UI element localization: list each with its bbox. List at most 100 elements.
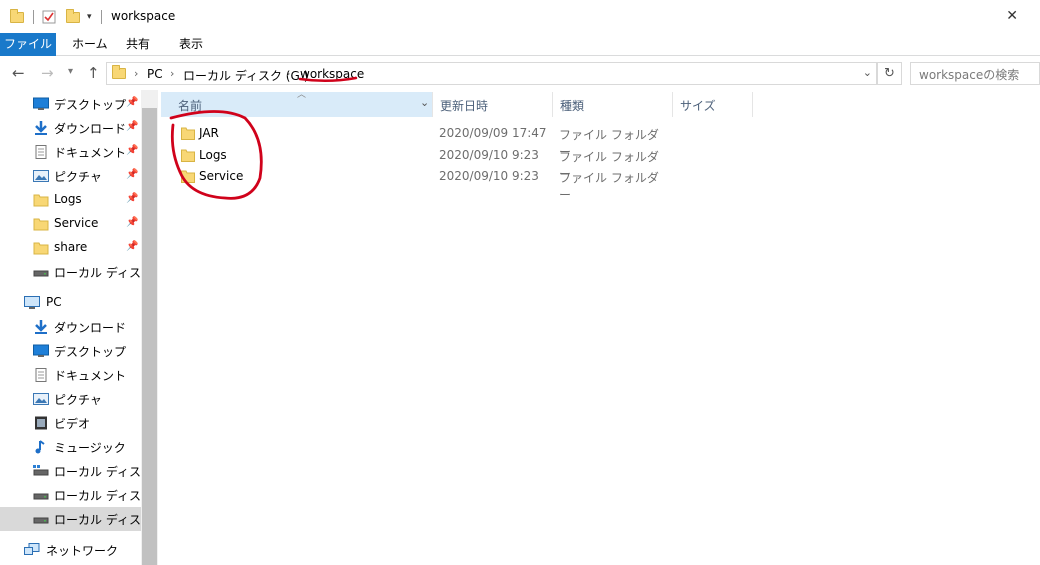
desktop-icon xyxy=(33,344,49,357)
nav-item-pc-drive-f[interactable]: ローカル ディスク (F:) xyxy=(0,483,141,507)
nav-item-pc-videos[interactable]: ビデオ xyxy=(0,411,141,435)
tab-home[interactable]: ホーム xyxy=(62,33,118,56)
folder-icon xyxy=(181,127,195,140)
folder-icon xyxy=(181,170,195,183)
column-header-name-label: 名前 xyxy=(178,99,203,113)
download-icon xyxy=(35,121,47,135)
nav-item-label: ミュージック xyxy=(54,441,126,455)
nav-item-documents[interactable]: ドキュメント 📌 xyxy=(0,140,141,164)
crumb-chevron-icon[interactable]: › xyxy=(170,67,174,80)
file-row[interactable]: Service 2020/09/10 9:23 ファイル フォルダー xyxy=(161,165,661,202)
nav-item-label: ダウンロード xyxy=(54,321,127,335)
customize-qa-chevron-icon[interactable]: ▾ xyxy=(87,7,92,27)
folder-icon xyxy=(181,149,195,162)
music-icon xyxy=(35,440,45,454)
folder-icon xyxy=(112,65,126,79)
tab-share[interactable]: 共有 xyxy=(116,33,160,56)
column-divider[interactable] xyxy=(552,92,553,117)
nav-item-label: ローカル ディスク (C:) xyxy=(54,465,141,479)
crumb-pc[interactable]: PC xyxy=(147,67,163,81)
properties-icon[interactable] xyxy=(42,7,56,27)
nav-item-drive-f[interactable]: ローカル ディスク (F:) xyxy=(0,260,141,284)
pin-icon[interactable]: 📌 xyxy=(126,169,138,180)
file-name: Logs xyxy=(199,148,227,162)
nav-item-service[interactable]: Service 📌 xyxy=(0,212,141,236)
pin-icon[interactable]: 📌 xyxy=(126,97,138,108)
nav-item-label: デスクトップ xyxy=(54,345,127,359)
document-icon xyxy=(35,368,47,382)
nav-item-label: ネットワーク xyxy=(46,544,119,558)
nav-item-label: ローカル ディスク (G:) xyxy=(54,513,141,527)
column-dropdown-chevron-icon[interactable]: ⌄ xyxy=(420,96,429,109)
pin-icon[interactable]: 📌 xyxy=(126,145,138,156)
refresh-icon[interactable]: ↻ xyxy=(877,62,902,85)
nav-item-network[interactable]: ネットワーク xyxy=(0,538,141,562)
back-arrow-icon[interactable]: ← xyxy=(12,64,25,82)
nav-item-pc-music[interactable]: ミュージック xyxy=(0,435,141,459)
file-name: Service xyxy=(199,169,244,183)
forward-arrow-icon[interactable]: → xyxy=(41,64,54,82)
nav-item-desktop[interactable]: デスクトップ 📌 xyxy=(0,92,141,116)
crumb-chevron-icon[interactable]: › xyxy=(134,67,138,80)
nav-item-label: ピクチャ xyxy=(54,393,102,407)
column-divider[interactable] xyxy=(672,92,673,117)
nav-item-pc-drive-c[interactable]: ローカル ディスク (C:) xyxy=(0,459,141,483)
file-modified: 2020/09/09 17:47 xyxy=(439,126,547,140)
close-icon[interactable]: ✕ xyxy=(1006,8,1018,24)
folder-icon xyxy=(10,7,24,27)
tab-view[interactable]: 表示 xyxy=(169,33,213,56)
file-type: ファイル フォルダー xyxy=(559,171,659,202)
ribbon: ファイル ホーム 共有 表示 xyxy=(0,33,1040,56)
drive-icon xyxy=(33,270,49,277)
nav-item-share[interactable]: share 📌 xyxy=(0,236,141,260)
column-header-type[interactable]: 種類 xyxy=(560,97,584,114)
nav-item-pc-downloads[interactable]: ダウンロード xyxy=(0,315,141,339)
up-arrow-icon[interactable]: ↑ xyxy=(87,64,100,82)
file-modified: 2020/09/10 9:23 xyxy=(439,169,539,183)
nav-scrollbar-thumb[interactable] xyxy=(142,108,157,565)
column-header-modified[interactable]: 更新日時 xyxy=(440,97,488,114)
pin-icon[interactable]: 📌 xyxy=(126,241,138,252)
pin-icon[interactable]: 📌 xyxy=(126,217,138,228)
nav-item-pictures[interactable]: ピクチャ 📌 xyxy=(0,164,141,188)
folder-icon xyxy=(33,194,49,207)
drive-icon xyxy=(33,493,49,500)
new-folder-icon[interactable] xyxy=(66,7,80,27)
folder-icon xyxy=(33,218,49,231)
nav-item-pc-desktop[interactable]: デスクトップ xyxy=(0,339,141,363)
file-row[interactable]: JAR 2020/09/09 17:47 ファイル フォルダー xyxy=(161,122,661,159)
nav-item-label: ドキュメント xyxy=(54,369,127,383)
column-header-size[interactable]: サイズ xyxy=(680,97,716,114)
nav-item-label: PC xyxy=(46,295,62,309)
document-icon xyxy=(35,145,47,159)
crumb-workspace[interactable]: workspace xyxy=(300,67,364,81)
column-divider[interactable] xyxy=(752,92,753,117)
nav-item-label: ローカル ディスク (F:) xyxy=(54,266,141,280)
nav-item-downloads[interactable]: ダウンロード 📌 xyxy=(0,116,141,140)
recent-chevron-icon[interactable]: ▾ xyxy=(68,66,73,77)
nav-item-label: ローカル ディスク (F:) xyxy=(54,489,141,503)
pictures-icon xyxy=(33,393,49,405)
drive-icon xyxy=(33,517,49,524)
address-history-chevron-icon[interactable]: ⌄ xyxy=(863,66,872,79)
tab-file[interactable]: ファイル xyxy=(0,33,56,56)
window-title: workspace xyxy=(111,9,176,23)
pin-icon[interactable]: 📌 xyxy=(126,193,138,204)
title-bar: ▾ workspace ✕ xyxy=(0,0,1040,33)
nav-item-pc-drive-g[interactable]: ローカル ディスク (G:) xyxy=(0,507,141,531)
search-input[interactable]: workspaceの検索 xyxy=(910,62,1040,85)
pin-icon[interactable]: 📌 xyxy=(126,121,138,132)
address-bar[interactable]: › PC › ローカル ディスク (G:) › workspace ⌄ xyxy=(106,62,877,85)
pictures-icon xyxy=(33,170,49,182)
crumb-chevron-icon[interactable]: › xyxy=(286,67,290,80)
file-row[interactable]: Logs 2020/09/10 9:23 ファイル フォルダー xyxy=(161,144,661,181)
drive-icon xyxy=(33,465,49,476)
nav-item-pc-documents[interactable]: ドキュメント xyxy=(0,363,141,387)
file-modified: 2020/09/10 9:23 xyxy=(439,148,539,162)
nav-item-pc-pictures[interactable]: ピクチャ xyxy=(0,387,141,411)
download-icon xyxy=(35,320,47,334)
navigation-pane: デスクトップ 📌 ダウンロード 📌 ドキュメント 📌 ピクチャ 📌 Logs 📌… xyxy=(0,90,141,565)
nav-item-pc[interactable]: PC xyxy=(0,291,141,315)
nav-item-logs[interactable]: Logs 📌 xyxy=(0,188,141,212)
video-icon xyxy=(35,416,47,430)
